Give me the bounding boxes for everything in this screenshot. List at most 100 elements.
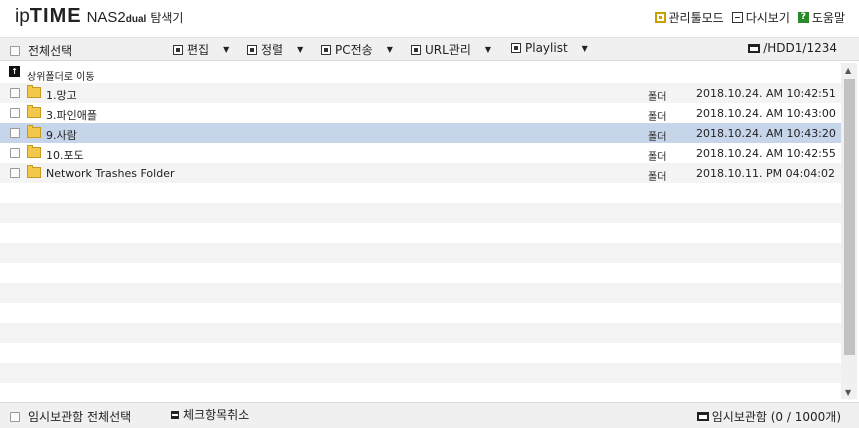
row-checkbox[interactable] [10,108,20,118]
help-link[interactable]: ? 도움말 [797,9,845,26]
file-list: ↑ 상위폴더로 이동 1.망고 폴더 2018.10.24. AM 10:42:… [0,63,841,399]
list-item[interactable]: 9.사람 폴더 2018.10.24. AM 10:43:20 [0,123,841,143]
item-type: 폴더 [648,152,667,163]
folder-icon [27,125,41,138]
item-type: 폴더 [648,132,667,143]
item-date: 2018.10.24. AM 10:43:20 [696,127,836,140]
folder-icon [27,85,41,98]
chevron-down-icon: ▼ [297,45,304,54]
list-item[interactable]: 3.파인애플 폴더 2018.10.24. AM 10:43:00 [0,103,841,123]
bottom-bar: 임시보관함 전체선택 체크항목취소 임시보관함 (0 / 1000개) [0,402,859,428]
item-type: 폴더 [648,92,667,103]
url-manage-label: URL관리 [425,43,471,57]
row-checkbox[interactable] [10,148,20,158]
url-manage-menu-button[interactable]: URL관리 ▼ [411,41,491,58]
item-date: 2018.10.24. AM 10:43:00 [696,107,836,120]
edit-menu-button[interactable]: 편집 ▼ [173,41,229,58]
temp-select-all-checkbox[interactable] [10,411,20,422]
minus-icon [171,410,179,419]
scroll-down-icon[interactable]: ▼ [845,388,851,397]
select-all[interactable]: 전체선택 [10,42,72,59]
item-date: 2018.10.24. AM 10:42:55 [696,147,836,160]
sort-menu-button[interactable]: 정렬 ▼ [247,41,303,58]
empty-row [0,243,841,263]
empty-row [0,203,841,223]
sort-icon [247,44,257,55]
chevron-down-icon: ▼ [386,45,393,54]
folder-icon [748,43,761,53]
temp-box-button[interactable]: 임시보관함 (0 / 1000개) [696,408,841,425]
up-folder-icon: ↑ [9,66,20,77]
empty-row [0,343,841,363]
logo-ip: ip [15,6,30,27]
temp-box-label: 임시보관함 (0 / 1000개) [711,410,841,424]
title-bar: ip TIME NAS2 dual 탐색기 관리툴모드 다시보기 ? 도움말 [0,0,859,33]
select-all-checkbox[interactable] [10,45,20,56]
current-path-label: /HDD1/1234 [763,41,837,55]
top-links: 관리툴모드 다시보기 ? 도움말 [654,9,845,26]
empty-row [0,283,841,303]
empty-row [0,263,841,283]
admin-mode-link[interactable]: 관리툴모드 [654,9,724,26]
select-all-label: 전체선택 [28,44,73,58]
list-item[interactable]: 10.포도 폴더 2018.10.24. AM 10:42:55 [0,143,841,163]
chevron-down-icon: ▼ [223,45,230,54]
chevron-down-icon: ▼ [581,43,588,53]
logo-dual: dual [125,14,147,25]
empty-row [0,183,841,203]
row-checkbox[interactable] [10,128,20,138]
temp-select-all[interactable]: 임시보관함 전체선택 [10,408,131,425]
item-date: 2018.10.24. AM 10:42:51 [696,87,836,100]
item-type: 폴더 [648,172,667,183]
current-path: /HDD1/1234 [748,41,837,55]
empty-row [0,363,841,383]
toolbar: 전체선택 편집 ▼ 정렬 ▼ PC전송 ▼ URL관리 ▼ Playlist ▼… [0,37,859,61]
help-icon: ? [797,12,809,23]
empty-row [0,223,841,243]
pc-transfer-label: PC전송 [335,43,373,57]
sort-label: 정렬 [261,43,284,57]
row-checkbox[interactable] [10,168,20,178]
chevron-down-icon: ▼ [484,45,492,54]
reload-link[interactable]: 다시보기 [731,9,790,26]
folder-icon [27,105,41,118]
item-type: 폴더 [648,112,667,123]
parent-folder-row[interactable]: ↑ 상위폴더로 이동 [0,63,841,83]
help-label: 도움말 [811,11,845,25]
item-name[interactable]: Network Trashes Folder [46,167,174,180]
item-name[interactable]: 3.파인애플 [46,107,97,123]
pc-transfer-icon [321,44,331,55]
iptime-logo: ip TIME NAS2 dual 탐색기 [15,5,183,27]
scroll-up-icon[interactable]: ▲ [845,66,851,75]
folder-icon [696,412,709,421]
item-date: 2018.10.11. PM 04:04:02 [696,167,835,180]
list-item[interactable]: 1.망고 폴더 2018.10.24. AM 10:42:51 [0,83,841,103]
edit-icon [173,44,183,55]
admin-mode-label: 관리툴모드 [668,11,724,25]
vertical-scrollbar[interactable]: ▲ ▼ [841,63,857,399]
reload-label: 다시보기 [745,11,790,25]
playlist-icon [511,43,521,53]
admin-tool-icon [654,12,666,23]
item-name[interactable]: 9.사람 [46,127,77,143]
url-icon [411,44,421,55]
app-name: 탐색기 [150,11,184,25]
row-checkbox[interactable] [10,88,20,98]
empty-row [0,323,841,343]
logo-time: TIME [29,5,82,27]
item-name[interactable]: 10.포도 [46,147,84,163]
empty-row [0,303,841,323]
list-item[interactable]: Network Trashes Folder 폴더 2018.10.11. PM… [0,163,841,183]
edit-label: 편집 [187,43,210,57]
folder-icon [27,165,41,178]
temp-select-all-label: 임시보관함 전체선택 [28,410,132,424]
uncheck-button[interactable]: 체크항목취소 [171,406,249,423]
uncheck-label: 체크항목취소 [183,408,250,422]
reload-icon [731,12,743,23]
item-name[interactable]: 1.망고 [46,87,77,103]
scrollbar-thumb[interactable] [844,79,855,355]
empty-row [0,383,841,399]
playlist-label: Playlist [525,41,568,55]
pc-transfer-menu-button[interactable]: PC전송 ▼ [321,41,393,58]
playlist-menu-button[interactable]: Playlist ▼ [511,41,588,55]
